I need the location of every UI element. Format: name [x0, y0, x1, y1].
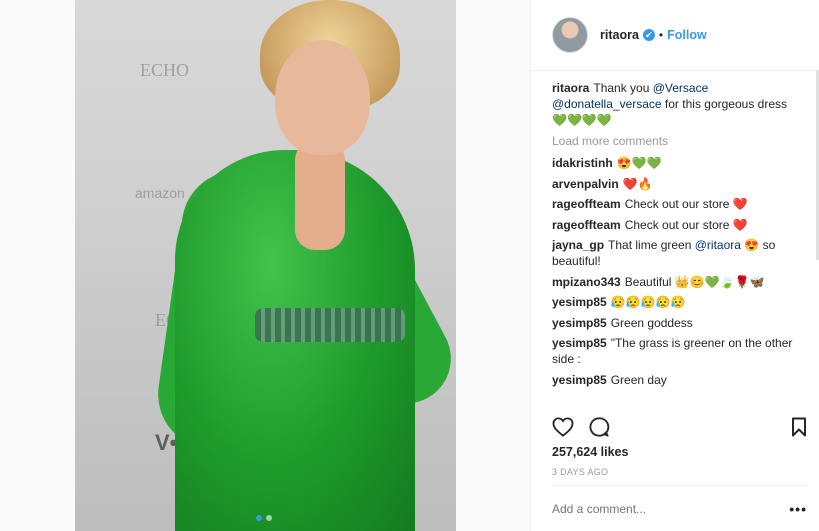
mention-link[interactable]: @donatella_versace: [552, 97, 662, 111]
comment-emoji: 😍💚💚: [616, 156, 662, 170]
list-item: rageoffteam Check out our store ❤️: [552, 196, 807, 212]
mention-link[interactable]: @Versace: [653, 81, 709, 95]
comment-emoji: ❤️: [732, 217, 748, 232]
comment-emoji: 👑😊💚🍃🌹🦋: [674, 274, 765, 289]
comment-text: Check out our store: [624, 217, 733, 232]
comment-username[interactable]: arvenpalvin: [552, 177, 619, 191]
add-comment-bar: •••: [552, 485, 807, 531]
comment-username[interactable]: rageoffteam: [552, 218, 621, 232]
comment-text: Green day: [610, 372, 667, 387]
comment-username[interactable]: jayna_gp: [552, 238, 604, 252]
comment-username[interactable]: yesimp85: [552, 373, 607, 387]
post-actions: [552, 414, 807, 440]
list-item: mpizano343 Beautiful 👑😊💚🍃🌹🦋: [552, 274, 807, 290]
post-timestamp[interactable]: 3 DAYS AGO: [552, 467, 608, 477]
neck: [295, 140, 345, 250]
list-item: jayna_gp That lime green @ritaora 😍 so be…: [552, 237, 807, 269]
verified-icon: ✔: [642, 29, 655, 41]
list-item: yesimp85 Green goddess: [552, 315, 807, 331]
post-photo[interactable]: ECHO striter amazon ECHO V•: [75, 0, 456, 531]
comment-username[interactable]: yesimp85: [552, 336, 607, 350]
heart-icon[interactable]: [552, 417, 574, 437]
jeweled-belt: [255, 308, 405, 342]
caption: ritaora Thank you @Versace @donatella_ver…: [552, 80, 807, 128]
comment-text: Check out our store: [624, 197, 733, 211]
separator-dot: •: [658, 28, 664, 42]
comments-list: ritaora Thank you @Versace @donatella_ver…: [552, 80, 807, 405]
green-heart-emoji: 💚💚💚💚: [552, 113, 612, 127]
comment-icon[interactable]: [588, 416, 610, 438]
comment-emoji: 😍: [744, 238, 760, 252]
load-more-comments[interactable]: Load more comments: [552, 134, 807, 148]
backdrop-logo: amazon: [135, 185, 185, 201]
comment-emoji: ❤️🔥: [622, 176, 653, 191]
comment-text: Beautiful: [624, 274, 675, 289]
comment-username[interactable]: yesimp85: [552, 316, 607, 330]
list-item: rageoffteam Check out our store ❤️: [552, 217, 807, 233]
comment-username[interactable]: idakristinh: [552, 156, 613, 170]
carousel-dots: [256, 515, 272, 521]
list-item: yesimp85 "The grass is greener on the oth…: [552, 335, 807, 367]
follow-button[interactable]: Follow: [667, 28, 707, 42]
post-header: ritaora ✔ • Follow: [531, 0, 819, 71]
comment-emoji: 😥😥😥😥😥: [610, 295, 686, 309]
comment-username[interactable]: rageoffteam: [552, 197, 621, 211]
comment-text: That lime green: [608, 238, 695, 252]
carousel-dot[interactable]: [256, 515, 262, 521]
face: [275, 40, 370, 155]
list-item: arvenpalvin ❤️🔥: [552, 176, 807, 192]
list-item: yesimp85 Green day: [552, 372, 807, 388]
likes-count[interactable]: 257,624 likes: [552, 445, 628, 459]
comment-username[interactable]: mpizano343: [552, 275, 621, 289]
bookmark-icon[interactable]: [791, 417, 807, 437]
backdrop-logo: ECHO: [140, 60, 189, 80]
list-item: idakristinh 😍💚💚: [552, 155, 807, 171]
caption-text: Thank you: [593, 81, 653, 95]
caption-text: for this gorgeous dress: [661, 97, 787, 111]
header-username[interactable]: ritaora: [600, 28, 639, 42]
avatar[interactable]: [552, 17, 588, 53]
comment-emoji: ❤️: [732, 197, 748, 211]
post-side-panel: ritaora ✔ • Follow ritaora Thank you @Ver…: [530, 0, 819, 531]
carousel-dot[interactable]: [266, 515, 272, 521]
comment-text: Green goddess: [610, 315, 693, 330]
caption-username[interactable]: ritaora: [552, 81, 589, 95]
list-item: yesimp85 😥😥😥😥😥: [552, 294, 807, 310]
more-options-icon[interactable]: •••: [789, 501, 807, 517]
comment-username[interactable]: yesimp85: [552, 295, 607, 309]
comment-input[interactable]: [552, 501, 790, 516]
mention-link[interactable]: @ritaora: [695, 238, 741, 252]
